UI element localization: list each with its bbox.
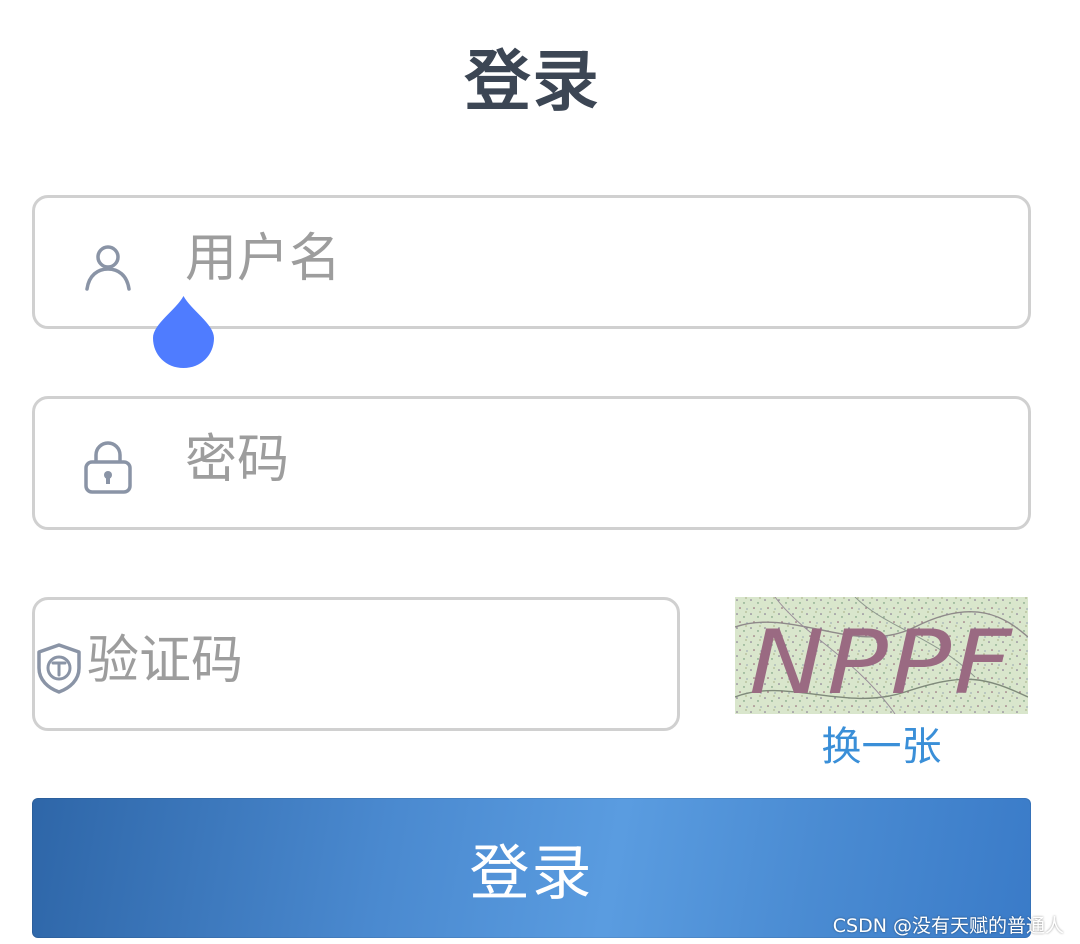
login-page: 登录 用户名 验证码 NPPF 换一张 登录 CSDN @没有天赋的普通人 — [0, 0, 1080, 944]
refresh-captcha-link[interactable]: 换一张 — [735, 714, 1028, 772]
shield-icon — [35, 600, 83, 728]
captcha-field[interactable] — [32, 597, 734, 731]
page-title: 登录 — [464, 43, 601, 120]
captcha-input[interactable] — [83, 597, 734, 731]
text-cursor-handle[interactable] — [153, 296, 214, 368]
password-field[interactable] — [32, 396, 1031, 530]
captcha-text: NPPF — [749, 611, 1014, 714]
username-input[interactable] — [181, 195, 1028, 329]
lock-icon — [35, 399, 181, 527]
password-input[interactable] — [181, 396, 1028, 530]
captcha-image[interactable]: NPPF — [735, 597, 1028, 714]
watermark: CSDN @没有天赋的普通人 — [832, 915, 1064, 937]
